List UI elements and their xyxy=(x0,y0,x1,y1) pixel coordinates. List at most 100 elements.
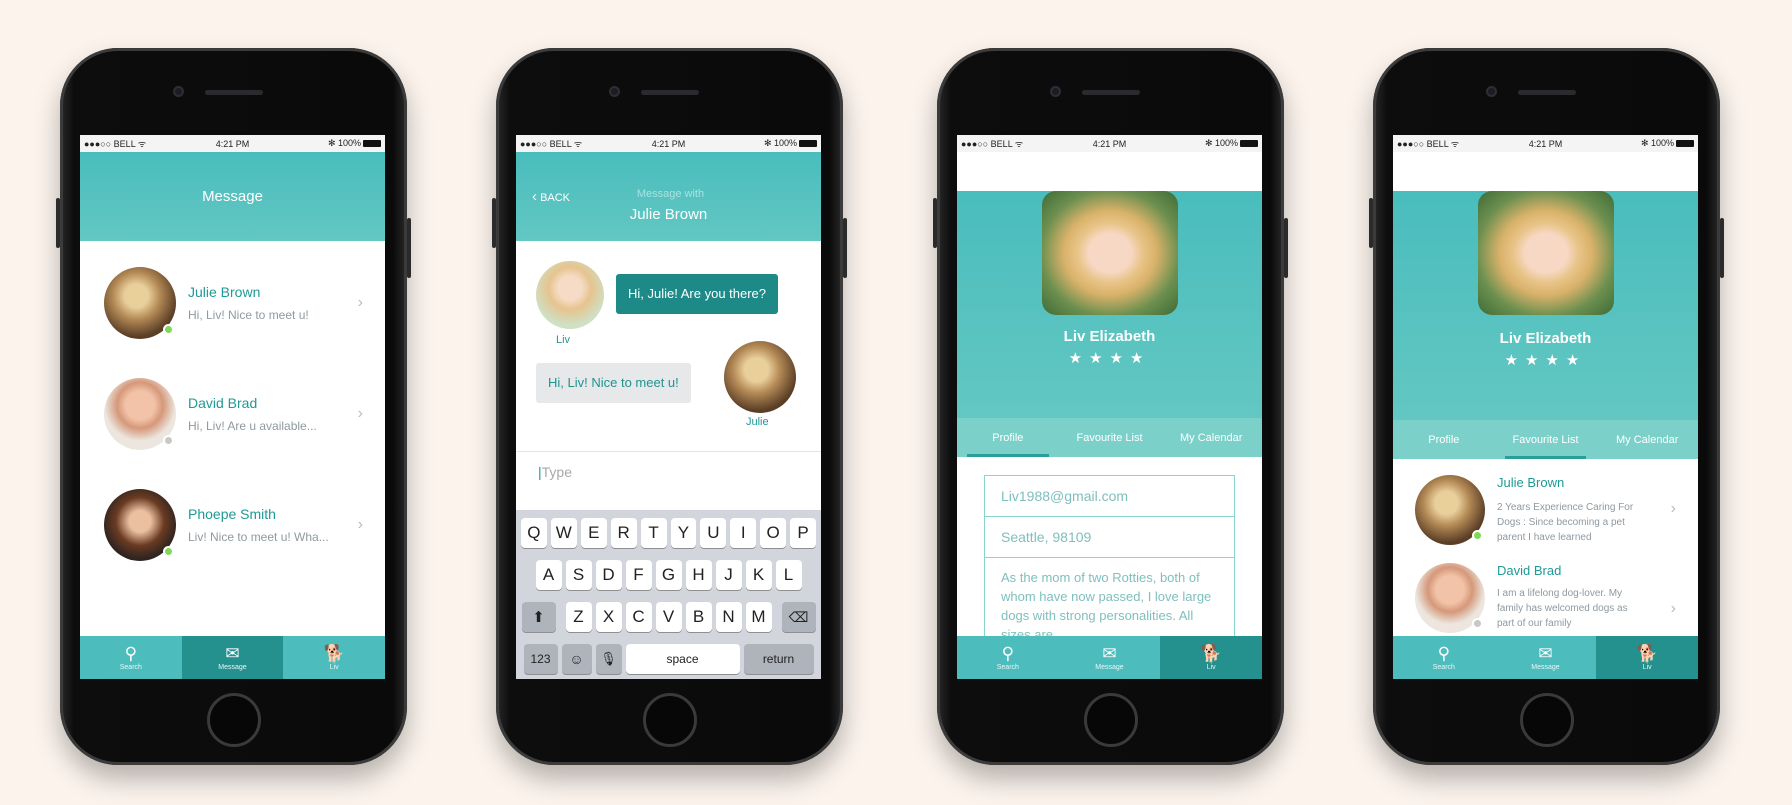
location-field[interactable]: Seattle, 98109 xyxy=(984,516,1235,557)
keyboard: Q W E R T Y U I O P A S D F G H J K L ⬆ … xyxy=(516,510,821,679)
key-w[interactable]: W xyxy=(550,518,577,548)
key-a[interactable]: A xyxy=(535,560,562,590)
key-v[interactable]: V xyxy=(655,602,682,632)
tab-profile[interactable]: 🐕 Liv xyxy=(1160,636,1262,679)
chevron-right-icon: › xyxy=(357,404,363,422)
tab-message[interactable]: ✉ Message xyxy=(1495,636,1597,679)
status-bar: ●●●○○ BELL ᯤ 4:21 PM ✻ 100% xyxy=(80,135,385,152)
sitter-description: I am a lifelong dog-lover. My family has… xyxy=(1497,588,1628,629)
profile-tabs: Profile Favourite List My Calendar xyxy=(957,418,1262,457)
offline-status-dot xyxy=(1472,618,1483,629)
earpiece xyxy=(641,90,699,95)
tab-favourite-list[interactable]: Favourite List xyxy=(1059,418,1161,457)
emoji-key[interactable]: ☺ xyxy=(561,644,592,674)
offline-status-dot xyxy=(163,434,174,446)
key-g[interactable]: G xyxy=(655,560,682,590)
key-p[interactable]: P xyxy=(790,518,817,548)
battery: ✻ 100% xyxy=(328,138,381,149)
tab-search[interactable]: ⚲ Search xyxy=(1393,636,1495,679)
contact-name: Julie Brown xyxy=(188,283,261,300)
key-x[interactable]: X xyxy=(595,602,622,632)
keyboard-row-4: 123 ☺ 🎙 space return xyxy=(519,644,818,674)
space-key[interactable]: space xyxy=(625,644,740,674)
key-f[interactable]: F xyxy=(625,560,652,590)
key-j[interactable]: J xyxy=(715,560,742,590)
key-i[interactable]: I xyxy=(730,518,757,548)
battery: ✻ 100% xyxy=(1641,138,1694,149)
key-u[interactable]: U xyxy=(700,518,727,548)
tab-my-calendar[interactable]: My Calendar xyxy=(1160,418,1262,457)
contact-name: David Brad xyxy=(188,394,258,411)
key-l[interactable]: L xyxy=(775,560,802,590)
backspace-key[interactable]: ⌫ xyxy=(781,602,816,632)
tab-favourite-list[interactable]: Favourite List xyxy=(1495,420,1597,459)
chat-title: Julie Brown xyxy=(629,206,708,223)
envelope-icon: ✉ xyxy=(1102,644,1117,663)
profile-header: Liv Elizabeth ★★★★ xyxy=(1393,191,1698,420)
shift-icon: ⬆ xyxy=(532,609,545,626)
shift-key[interactable]: ⬆ xyxy=(521,602,556,632)
received-message-bubble: Hi, Liv! Nice to meet u! xyxy=(536,363,691,403)
return-key[interactable]: return xyxy=(743,644,814,674)
key-n[interactable]: N xyxy=(715,602,742,632)
conversation-item[interactable]: Phoepe Smith Liv! Nice to meet u! Wha...… xyxy=(80,469,385,580)
key-t[interactable]: T xyxy=(640,518,667,548)
tab-profile-info[interactable]: Profile xyxy=(957,418,1059,457)
tab-search[interactable]: ⚲ Search xyxy=(957,636,1059,679)
clock: 4:21 PM xyxy=(1092,138,1127,149)
key-q[interactable]: Q xyxy=(520,518,547,548)
home-button[interactable] xyxy=(206,693,261,747)
tab-profile[interactable]: 🐕 Liv xyxy=(1596,636,1698,679)
online-status-dot xyxy=(1472,530,1483,541)
battery-icon xyxy=(799,140,817,148)
keyboard-row-3: ⬆ Z X C V B N M ⌫ xyxy=(519,602,818,632)
dog-icon: 🐕 xyxy=(1200,644,1222,663)
carrier: ●●●○○ BELL ᯤ xyxy=(1397,139,1460,149)
tab-message[interactable]: ✉ Message xyxy=(1059,636,1161,679)
key-d[interactable]: D xyxy=(595,560,622,590)
home-button[interactable] xyxy=(1519,693,1574,747)
key-z[interactable]: Z xyxy=(565,602,592,632)
front-camera xyxy=(609,86,620,97)
key-h[interactable]: H xyxy=(685,560,712,590)
microphone-key[interactable]: 🎙 xyxy=(595,644,622,674)
key-c[interactable]: C xyxy=(625,602,652,632)
message-input[interactable]: |Type xyxy=(516,451,821,507)
screen: ●●●○○ BELL ᯤ 4:21 PM ✻ 100% Liv Elizabet… xyxy=(1393,135,1698,679)
profile-photo xyxy=(1041,191,1178,315)
conversation-item[interactable]: David Brad Hi, Liv! Are u available... › xyxy=(80,358,385,469)
tab-message[interactable]: ✉ Message xyxy=(181,636,284,679)
key-b[interactable]: B xyxy=(685,602,712,632)
chevron-right-icon: › xyxy=(357,293,363,311)
home-button[interactable] xyxy=(1083,693,1138,747)
key-r[interactable]: R xyxy=(610,518,637,548)
email-field[interactable]: Liv1988@gmail.com xyxy=(984,475,1235,516)
online-status-dot xyxy=(163,545,174,557)
home-button[interactable] xyxy=(642,693,697,747)
envelope-icon: ✉ xyxy=(225,644,240,663)
tab-my-calendar[interactable]: My Calendar xyxy=(1596,420,1698,459)
conversation-item[interactable]: Julie Brown Hi, Liv! Nice to meet u! › xyxy=(80,247,385,358)
front-camera xyxy=(173,86,184,97)
key-o[interactable]: O xyxy=(760,518,787,548)
key-e[interactable]: E xyxy=(580,518,607,548)
key-y[interactable]: Y xyxy=(670,518,697,548)
tab-profile-info[interactable]: Profile xyxy=(1393,420,1495,459)
key-k[interactable]: K xyxy=(745,560,772,590)
keyboard-row-1: Q W E R T Y U I O P xyxy=(519,518,818,548)
header: ‹ BACK Message with Julie Brown xyxy=(516,152,821,241)
keyboard-row-2: A S D F G H J K L xyxy=(519,560,818,590)
emoji-icon: ☺ xyxy=(569,651,584,667)
key-m[interactable]: M xyxy=(745,602,772,632)
message-preview: Hi, Liv! Are u available... xyxy=(188,418,317,433)
favourite-item[interactable]: Julie Brown 2 Years Experience Caring Fo… xyxy=(1393,459,1698,559)
status-bar: ●●●○○ BELL ᯤ 4:21 PM ✻ 100% xyxy=(516,135,821,152)
message-preview: Hi, Liv! Nice to meet u! xyxy=(188,307,309,322)
search-icon: ⚲ xyxy=(124,644,138,663)
tab-profile[interactable]: 🐕 Liv xyxy=(283,636,385,679)
chevron-right-icon: › xyxy=(357,515,363,533)
backspace-icon: ⌫ xyxy=(788,608,809,625)
numbers-key[interactable]: 123 xyxy=(523,644,558,674)
tab-search[interactable]: ⚲ Search xyxy=(80,636,182,679)
key-s[interactable]: S xyxy=(565,560,592,590)
